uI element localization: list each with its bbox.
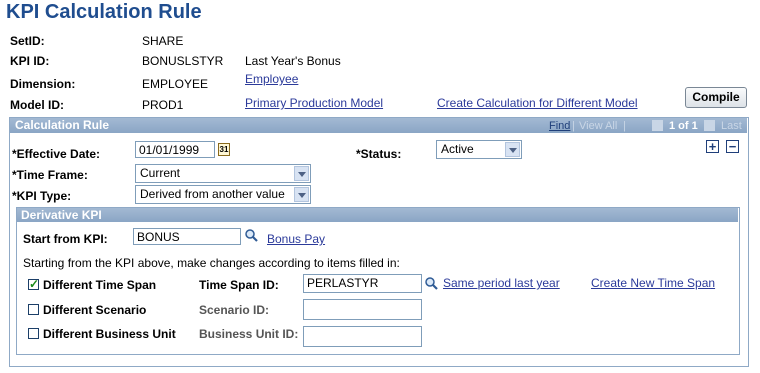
different-time-span-label: Different Time Span xyxy=(43,278,157,292)
effective-date-input[interactable]: 01/01/1999 xyxy=(135,141,215,158)
setid-label: SetID: xyxy=(10,34,45,48)
model-id-label: Model ID: xyxy=(10,98,64,112)
dimension-value: EMPLOYEE xyxy=(142,77,209,91)
bonus-pay-link[interactable]: Bonus Pay xyxy=(267,232,325,246)
time-frame-select[interactable]: Current xyxy=(135,164,311,183)
kpi-id-label: KPI ID: xyxy=(10,54,50,68)
kpi-type-label: *KPI Type: xyxy=(12,189,72,203)
calculation-rule-title: Calculation Rule xyxy=(15,118,110,132)
create-new-time-span-link[interactable]: Create New Time Span xyxy=(591,276,715,290)
setid-value: SHARE xyxy=(142,34,184,48)
kpi-id-value: BONUSLSTYR xyxy=(142,54,224,68)
kpi-type-value: Derived from another value xyxy=(140,187,285,201)
page-title: KPI Calculation Rule xyxy=(6,1,202,23)
scenario-id-input[interactable] xyxy=(303,299,422,320)
start-from-kpi-label: Start from KPI: xyxy=(23,232,108,246)
scenario-id-label: Scenario ID: xyxy=(199,303,270,317)
compile-button[interactable]: Compile xyxy=(685,87,747,108)
chevron-down-icon xyxy=(505,142,520,157)
different-business-unit-label: Different Business Unit xyxy=(43,327,176,341)
derivative-instructions: Starting from the KPI above, make change… xyxy=(23,256,400,270)
business-unit-id-input[interactable] xyxy=(303,326,422,347)
kpi-type-select[interactable]: Derived from another value xyxy=(135,185,311,204)
dimension-label: Dimension: xyxy=(10,77,76,91)
create-calculation-link[interactable]: Create Calculation for Different Model xyxy=(437,96,638,110)
last-link[interactable]: Last xyxy=(721,120,742,132)
different-business-unit-checkbox[interactable] xyxy=(28,328,39,339)
time-frame-value: Current xyxy=(140,166,181,180)
business-unit-id-label: Business Unit ID: xyxy=(199,327,299,341)
row-count: 1 of 1 xyxy=(669,120,698,132)
time-span-id-label: Time Span ID: xyxy=(199,278,279,292)
view-all-link[interactable]: View All xyxy=(579,120,617,132)
nav-separator: | xyxy=(623,120,626,132)
effective-date-label: *Effective Date: xyxy=(12,147,101,161)
nav-separator: | xyxy=(572,120,575,132)
calculation-rule-header: Calculation Rule Find | View All | 1 of … xyxy=(10,118,747,133)
different-scenario-label: Different Scenario xyxy=(43,303,147,317)
next-arrow-icon[interactable] xyxy=(704,120,715,131)
derivative-kpi-title: Derivative KPI xyxy=(21,208,102,222)
time-span-id-input[interactable]: PERLASTYR xyxy=(303,274,422,293)
chevron-down-icon xyxy=(294,187,309,202)
different-time-span-checkbox[interactable] xyxy=(28,277,39,291)
status-label: *Status: xyxy=(356,147,402,161)
different-scenario-checkbox[interactable] xyxy=(28,304,39,315)
derivative-kpi-header: Derivative KPI xyxy=(17,208,738,222)
add-row-icon[interactable]: + xyxy=(706,140,719,153)
search-icon[interactable] xyxy=(424,276,439,291)
first-arrow-icon[interactable] xyxy=(652,120,663,131)
status-select[interactable]: Active xyxy=(436,140,522,159)
time-frame-label: *Time Frame: xyxy=(12,168,88,182)
find-link[interactable]: Find xyxy=(549,120,570,132)
calendar-icon[interactable]: 31 xyxy=(218,143,230,156)
same-period-last-year-link[interactable]: Same period last year xyxy=(443,276,560,290)
model-id-value: PROD1 xyxy=(142,98,184,112)
kpi-id-description: Last Year's Bonus xyxy=(245,54,341,68)
status-value: Active xyxy=(441,142,474,156)
dimension-link[interactable]: Employee xyxy=(245,72,298,86)
search-icon[interactable] xyxy=(244,228,259,243)
start-from-kpi-input[interactable]: BONUS xyxy=(133,228,241,245)
chevron-down-icon xyxy=(294,166,309,181)
delete-row-icon[interactable]: − xyxy=(726,140,739,153)
model-link[interactable]: Primary Production Model xyxy=(245,96,383,110)
